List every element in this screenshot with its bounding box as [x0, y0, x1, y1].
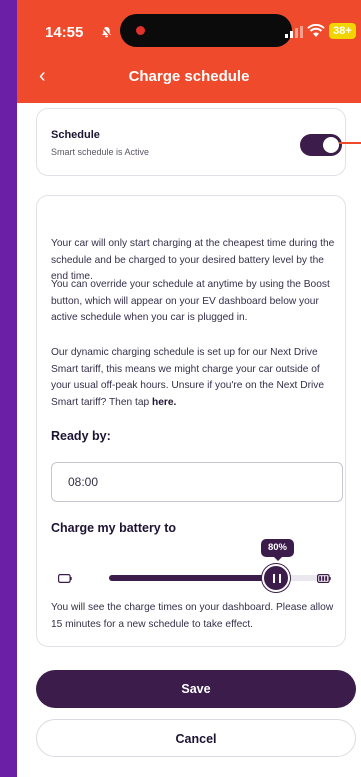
- schedule-card: Schedule Smart schedule is Active: [36, 108, 346, 176]
- cancel-button[interactable]: Cancel: [36, 719, 356, 757]
- status-time: 14:55: [45, 24, 84, 41]
- toggle-knob: [323, 137, 339, 153]
- charge-slider-thumb[interactable]: [262, 564, 291, 592]
- badge-pointer: [273, 556, 283, 561]
- ready-by-label: Ready by:: [51, 429, 111, 443]
- info-paragraph-2: You can override your schedule at anytim…: [51, 279, 330, 323]
- schedule-status: Smart schedule is Active: [51, 147, 150, 157]
- schedule-note: You will see the charge times on your da…: [51, 602, 334, 630]
- info-paragraph-3: Our dynamic charging schedule is set up …: [51, 345, 341, 411]
- ready-by-input[interactable]: [51, 462, 343, 502]
- app-screen: 14:55 38+ ‹ Charge schedule Schedule Sma…: [17, 0, 361, 777]
- page-title: Charge schedule: [128, 68, 250, 85]
- signal-icon: [285, 26, 303, 38]
- app-header: 14:55 38+ ‹ Charge schedule: [17, 0, 361, 103]
- wifi-icon: [307, 24, 325, 37]
- charge-level-label: Charge my battery to: [51, 521, 177, 535]
- schedule-toggle[interactable]: [300, 134, 342, 156]
- schedule-settings-card: Your car will only start charging at the…: [36, 195, 346, 647]
- battery-icon: 38+: [329, 23, 356, 39]
- battery-empty-icon: [58, 574, 72, 583]
- schedule-title: Schedule: [51, 129, 100, 141]
- charge-slider-fill: [109, 575, 277, 581]
- grip-icon: [273, 574, 282, 583]
- edge-indicator: [339, 142, 361, 144]
- dynamic-island: [120, 14, 292, 47]
- bell-slash-icon: [101, 26, 112, 38]
- info-paragraph-3-text: Our dynamic charging schedule is set up …: [51, 347, 324, 408]
- battery-full-icon: [317, 574, 331, 583]
- save-button[interactable]: Save: [36, 670, 356, 708]
- charge-percent-badge: 80%: [261, 539, 294, 557]
- recording-dot: [136, 26, 145, 35]
- here-link[interactable]: here.: [152, 397, 176, 408]
